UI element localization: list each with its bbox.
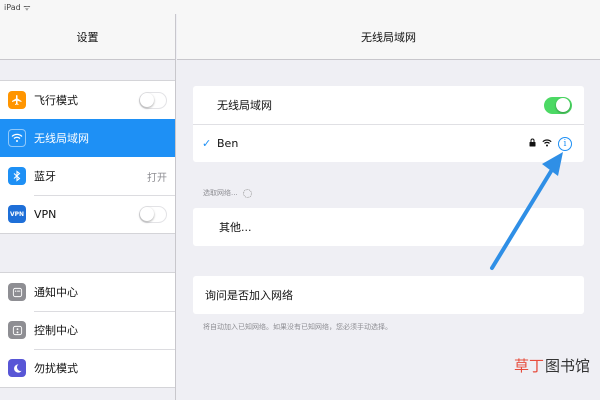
watermark-text: 图书馆 — [544, 357, 590, 375]
annotation-arrow — [490, 152, 563, 270]
watermark: 草丁 图书馆 — [514, 355, 590, 376]
watermark-accent: 草丁 — [513, 357, 544, 375]
